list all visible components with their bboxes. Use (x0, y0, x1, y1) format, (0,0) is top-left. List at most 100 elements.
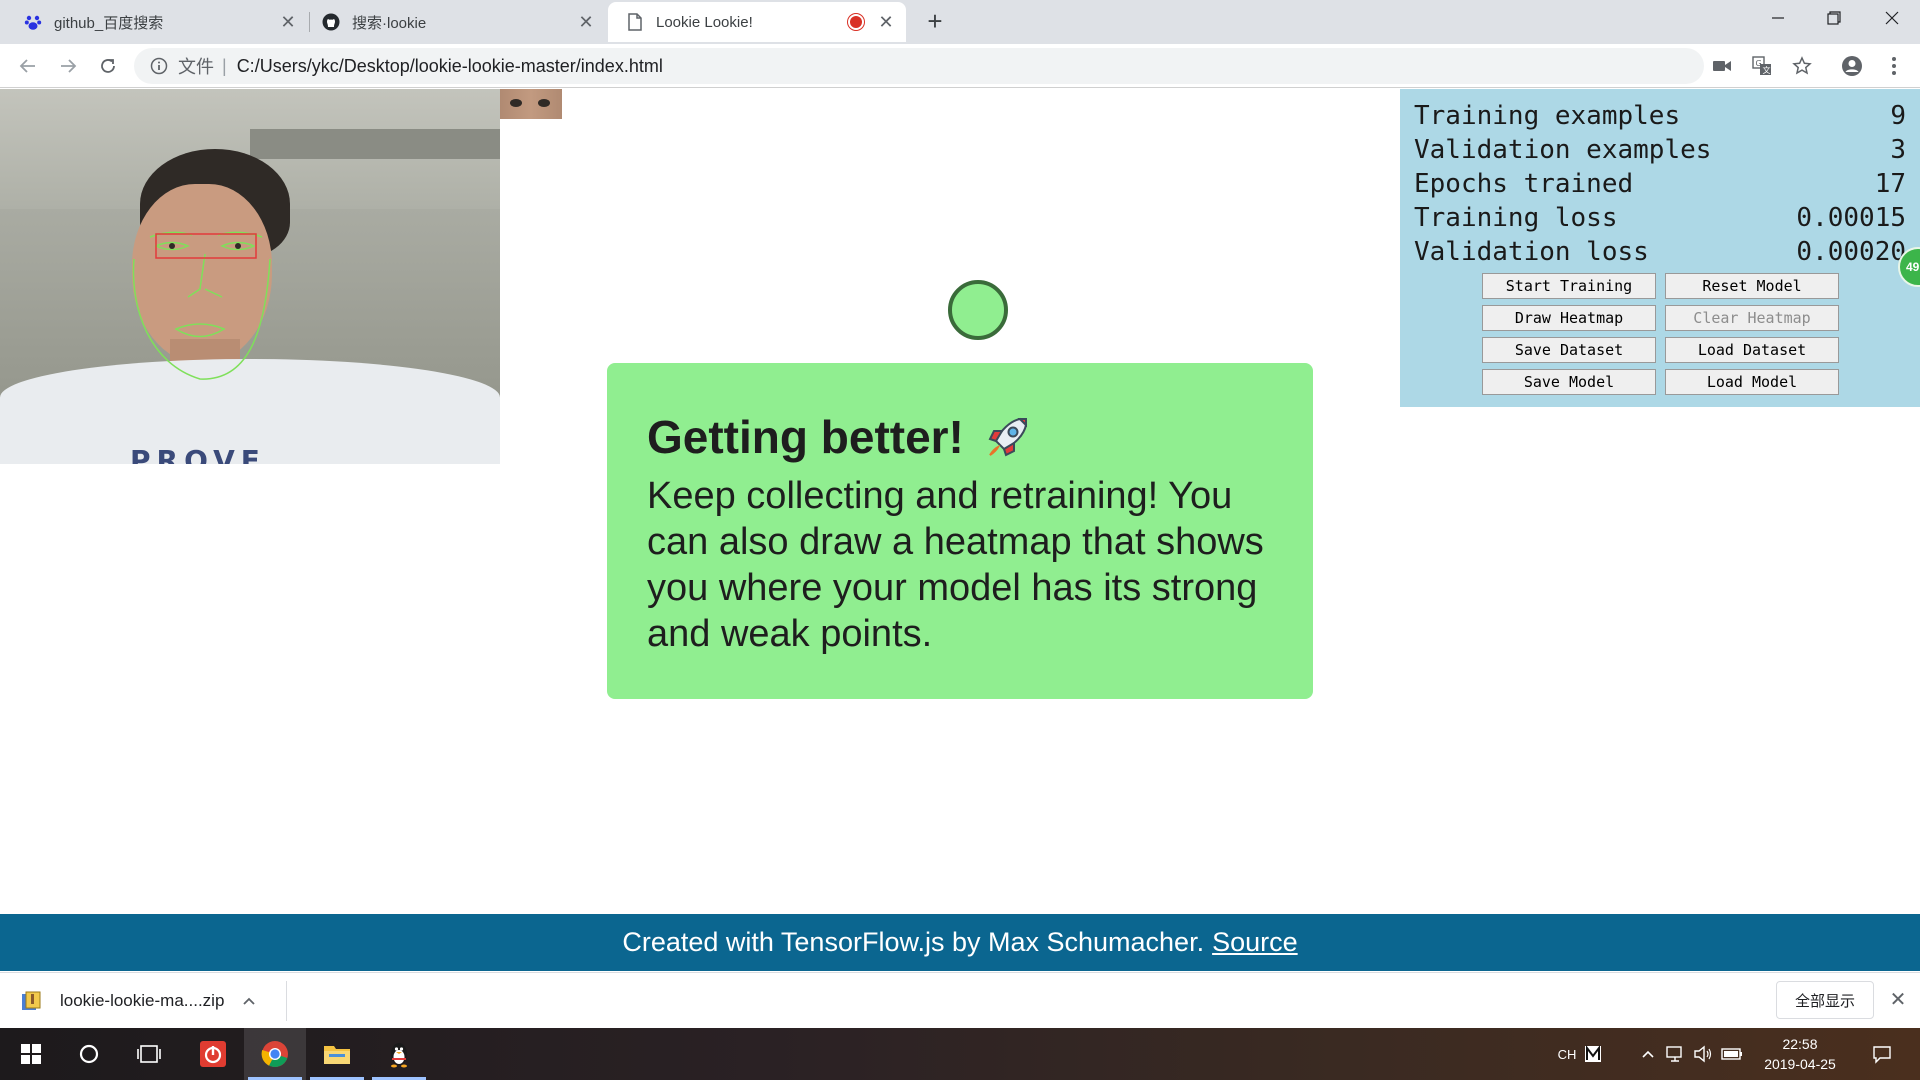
ime-mode-icon[interactable] (1580, 1028, 1606, 1080)
svg-text:文: 文 (1763, 65, 1771, 75)
source-link[interactable]: Source (1212, 927, 1298, 958)
save-model-button[interactable]: Save Model (1482, 369, 1656, 395)
taskbar-app-chrome[interactable] (244, 1028, 306, 1080)
footer-text: Created with TensorFlow.js by Max Schuma… (622, 927, 1205, 957)
tab-title: github_百度搜索 (54, 14, 164, 32)
stat-value: 9 (1890, 101, 1906, 131)
address-bar[interactable]: 文件 | C:/Users/ykc/Desktop/lookie-lookie-… (134, 48, 1704, 84)
rocket-icon (988, 417, 1027, 457)
minimize-button[interactable] (1750, 0, 1806, 36)
menu-kebab-icon[interactable] (1880, 52, 1908, 80)
profile-icon[interactable] (1838, 52, 1866, 80)
page-content: PROVE Getting better! Keep collecting an… (0, 89, 1920, 973)
stat-label: Training loss (1414, 203, 1618, 233)
stat-label: Validation loss (1414, 237, 1649, 267)
close-download-shelf-icon[interactable]: ✕ (1886, 987, 1910, 1011)
page-footer: Created with TensorFlow.js by Max Schuma… (0, 914, 1920, 971)
stat-training-examples: Training examples 9 (1414, 99, 1906, 133)
save-dataset-button[interactable]: Save Dataset (1482, 337, 1656, 363)
url-text[interactable]: C:/Users/ykc/Desktop/lookie-lookie-maste… (237, 56, 663, 77)
stat-epochs-trained: Epochs trained 17 (1414, 167, 1906, 201)
load-dataset-button[interactable]: Load Dataset (1665, 337, 1839, 363)
action-center-icon[interactable] (1864, 1028, 1900, 1080)
cortana-circle-icon (79, 1044, 99, 1064)
stat-value: 17 (1874, 169, 1906, 199)
chevron-up-tray-icon[interactable] (1636, 1028, 1660, 1080)
baidu-paw-icon (24, 13, 42, 31)
reset-model-button[interactable]: Reset Model (1665, 273, 1839, 299)
folder-icon (324, 1046, 350, 1064)
info-card: Getting better! Keep collecting and retr… (607, 363, 1313, 699)
reload-button[interactable] (92, 50, 124, 82)
address-divider: | (222, 55, 227, 76)
tab-baidu[interactable]: github_百度搜索 ✕ (0, 2, 308, 42)
windows-taskbar: CH 22:58 2019-04-25 (0, 1028, 1920, 1080)
show-all-downloads-button[interactable]: 全部显示 (1776, 981, 1874, 1019)
draw-heatmap-button[interactable]: Draw Heatmap (1482, 305, 1656, 331)
taskbar-app-power[interactable] (182, 1028, 244, 1080)
eyes-crop-thumbnail (500, 89, 562, 119)
taskbar-app-qq[interactable] (368, 1028, 430, 1080)
chevron-up-icon[interactable] (242, 991, 256, 1011)
close-window-button[interactable] (1864, 0, 1920, 36)
info-icon[interactable] (150, 57, 168, 75)
bookmark-star-icon[interactable] (1788, 52, 1816, 80)
stat-value: 0.00015 (1796, 203, 1906, 233)
training-stats-panel: Training examples 9 Validation examples … (1400, 89, 1920, 407)
start-button[interactable] (0, 1028, 62, 1080)
browser-toolbar: 文件 | C:/Users/ykc/Desktop/lookie-lookie-… (0, 44, 1920, 88)
tab-title: 搜索·lookie (352, 14, 427, 32)
stat-validation-loss: Validation loss 0.00020 (1414, 235, 1906, 269)
start-training-button[interactable]: Start Training (1482, 273, 1656, 299)
forward-button[interactable] (52, 50, 84, 82)
training-buttons: Start Training Reset Model Draw Heatmap … (1482, 273, 1842, 395)
card-title-text: Getting better! (647, 411, 964, 463)
stat-training-loss: Training loss 0.00015 (1414, 201, 1906, 235)
battery-icon[interactable] (1718, 1028, 1746, 1080)
back-button[interactable] (12, 50, 44, 82)
clock-date: 2019-04-25 (1764, 1056, 1836, 1072)
system-clock[interactable]: 22:58 2019-04-25 (1752, 1034, 1848, 1074)
card-title: Getting better! (647, 409, 1273, 465)
stat-label: Epochs trained (1414, 169, 1634, 199)
gaze-target-circle (948, 280, 1008, 340)
task-view-icon (137, 1045, 161, 1063)
new-tab-button[interactable]: + (920, 6, 950, 36)
power-app-icon (200, 1041, 226, 1067)
clock-time: 22:58 (1782, 1036, 1818, 1052)
tab-lookie-lookie[interactable]: Lookie Lookie! ✕ (608, 2, 906, 42)
load-model-button[interactable]: Load Model (1665, 369, 1839, 395)
network-icon[interactable] (1662, 1028, 1688, 1080)
svg-text:G: G (1756, 59, 1762, 68)
page-icon (626, 13, 644, 31)
search-button[interactable] (58, 1028, 120, 1080)
stat-value: 3 (1890, 135, 1906, 165)
face-mesh-overlay (132, 231, 271, 380)
tab-close-icon[interactable]: ✕ (576, 12, 596, 32)
tab-github-search[interactable]: 搜索·lookie ✕ (310, 2, 606, 42)
ime-indicator[interactable]: CH (1554, 1028, 1580, 1080)
stat-value: 0.00020 (1796, 237, 1906, 267)
download-filename: lookie-lookie-ma....zip (60, 991, 225, 1010)
camera-icon[interactable] (1708, 52, 1736, 80)
download-shelf: lookie-lookie-ma....zip 全部显示 ✕ (0, 972, 1920, 1028)
translate-icon[interactable]: G文 (1748, 52, 1776, 80)
taskbar-app-explorer[interactable] (306, 1028, 368, 1080)
zip-file-icon (22, 991, 41, 1010)
browser-tab-bar: github_百度搜索 ✕ 搜索·lookie ✕ Lookie Lookie!… (0, 0, 1920, 44)
tab-close-icon[interactable]: ✕ (876, 12, 896, 32)
chrome-icon (261, 1041, 288, 1068)
download-item[interactable]: lookie-lookie-ma....zip (20, 983, 256, 1019)
volume-icon[interactable] (1690, 1028, 1716, 1080)
clear-heatmap-button[interactable]: Clear Heatmap (1665, 305, 1839, 331)
stat-validation-examples: Validation examples 3 (1414, 133, 1906, 167)
tab-title: Lookie Lookie! (656, 13, 753, 31)
download-divider (286, 981, 287, 1021)
recording-indicator-icon (850, 16, 862, 28)
stat-label: Validation examples (1414, 135, 1712, 165)
scheme-label: 文件 (178, 57, 214, 77)
tab-close-icon[interactable]: ✕ (278, 12, 298, 32)
restore-button[interactable] (1806, 0, 1862, 36)
eye-right (538, 99, 550, 107)
task-view-button[interactable] (118, 1028, 180, 1080)
